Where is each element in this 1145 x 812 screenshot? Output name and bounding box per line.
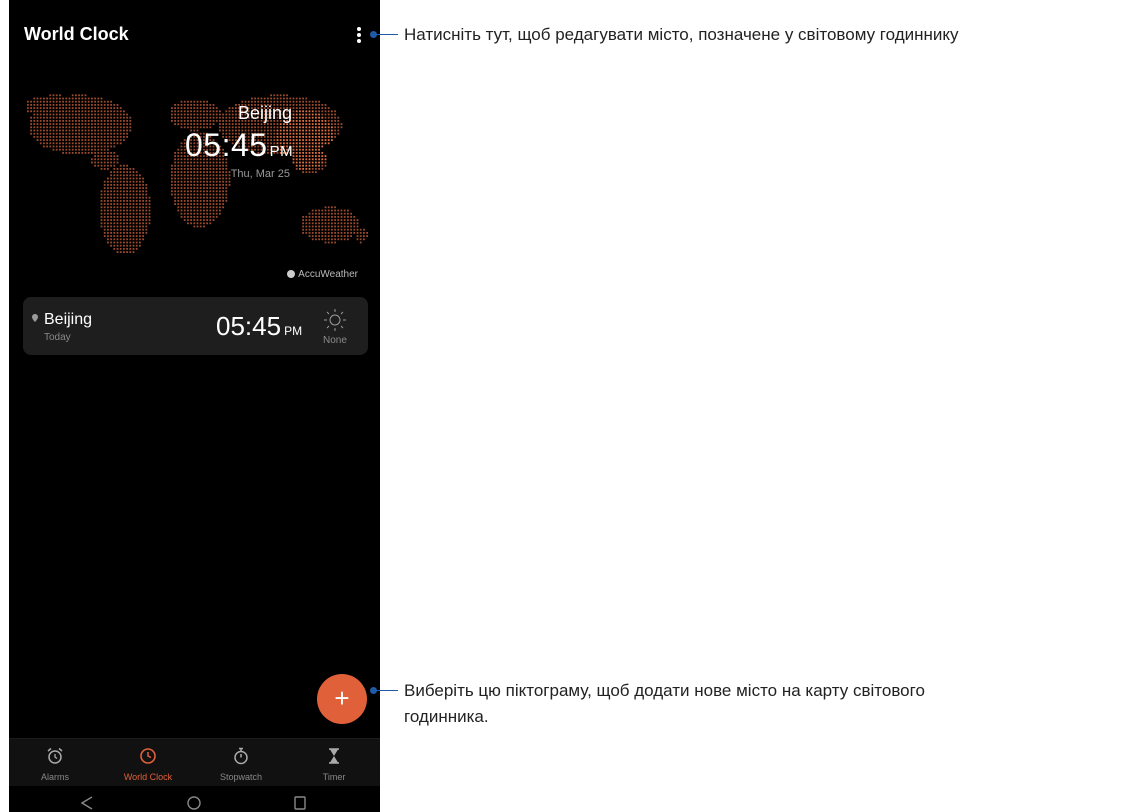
map-city-name: Beijing bbox=[237, 103, 292, 123]
system-nav-bar bbox=[9, 786, 380, 812]
callout-edit-line bbox=[374, 34, 398, 35]
phone-screen: World Clock Beijing 05:45 PM Thu, Mar 25 … bbox=[9, 0, 380, 812]
page-title: World Clock bbox=[24, 24, 129, 44]
app-bar: World Clock bbox=[9, 0, 380, 70]
tab-timer-label: Timer bbox=[322, 772, 346, 782]
alarm-clock-icon bbox=[47, 747, 63, 764]
map-date: Thu, Mar 25 bbox=[230, 168, 290, 180]
tab-stopwatch[interactable]: Stopwatch bbox=[195, 739, 287, 787]
hourglass-icon bbox=[329, 748, 339, 764]
card-weather-text: None bbox=[323, 335, 347, 346]
accuweather-logo: AccuWeather bbox=[287, 269, 358, 280]
map-dots bbox=[27, 94, 368, 253]
sun-icon bbox=[324, 309, 346, 331]
recents-icon[interactable] bbox=[294, 796, 306, 810]
tab-stopwatch-label: Stopwatch bbox=[219, 772, 263, 782]
callout-add-text-line1: Виберіть цю піктограму, щоб додати нове … bbox=[404, 681, 925, 700]
home-icon[interactable] bbox=[187, 796, 201, 810]
accuweather-sun-icon bbox=[287, 270, 296, 278]
back-icon[interactable] bbox=[81, 796, 93, 810]
callout-add-text-line2: годинника. bbox=[404, 707, 489, 726]
more-vertical-icon bbox=[357, 27, 361, 31]
tab-alarms-label: Alarms bbox=[40, 772, 69, 782]
stopwatch-icon bbox=[234, 747, 248, 765]
more-options-button[interactable] bbox=[350, 22, 368, 48]
location-pin-icon bbox=[32, 314, 38, 322]
card-time: 05:45 PM bbox=[216, 311, 303, 341]
callout-add-line bbox=[374, 690, 398, 691]
city-card-beijing[interactable]: Beijing Today 05:45 PM None bbox=[23, 297, 368, 355]
callout-edit-text: Натисніть тут, щоб редагувати місто, поз… bbox=[404, 25, 959, 44]
tab-world-clock-label: World Clock bbox=[123, 772, 173, 782]
add-city-button[interactable]: + bbox=[317, 674, 367, 724]
tab-world-clock[interactable]: World Clock bbox=[102, 739, 194, 787]
world-map bbox=[27, 94, 368, 253]
map-time: 05:45 PM bbox=[185, 127, 294, 163]
bottom-nav: Alarms World Clock Stopwatch Timer bbox=[9, 738, 380, 787]
clock-icon bbox=[140, 748, 156, 764]
card-time-ampm: PM bbox=[284, 324, 303, 338]
callout-add-text: Виберіть цю піктограму, щоб додати нове … bbox=[404, 678, 925, 730]
card-day: Today bbox=[44, 332, 71, 343]
tab-timer[interactable]: Timer bbox=[288, 739, 380, 787]
map-time-ampm: PM bbox=[269, 143, 294, 160]
tab-alarms[interactable]: Alarms bbox=[9, 739, 101, 787]
card-city-name: Beijing bbox=[44, 311, 93, 328]
